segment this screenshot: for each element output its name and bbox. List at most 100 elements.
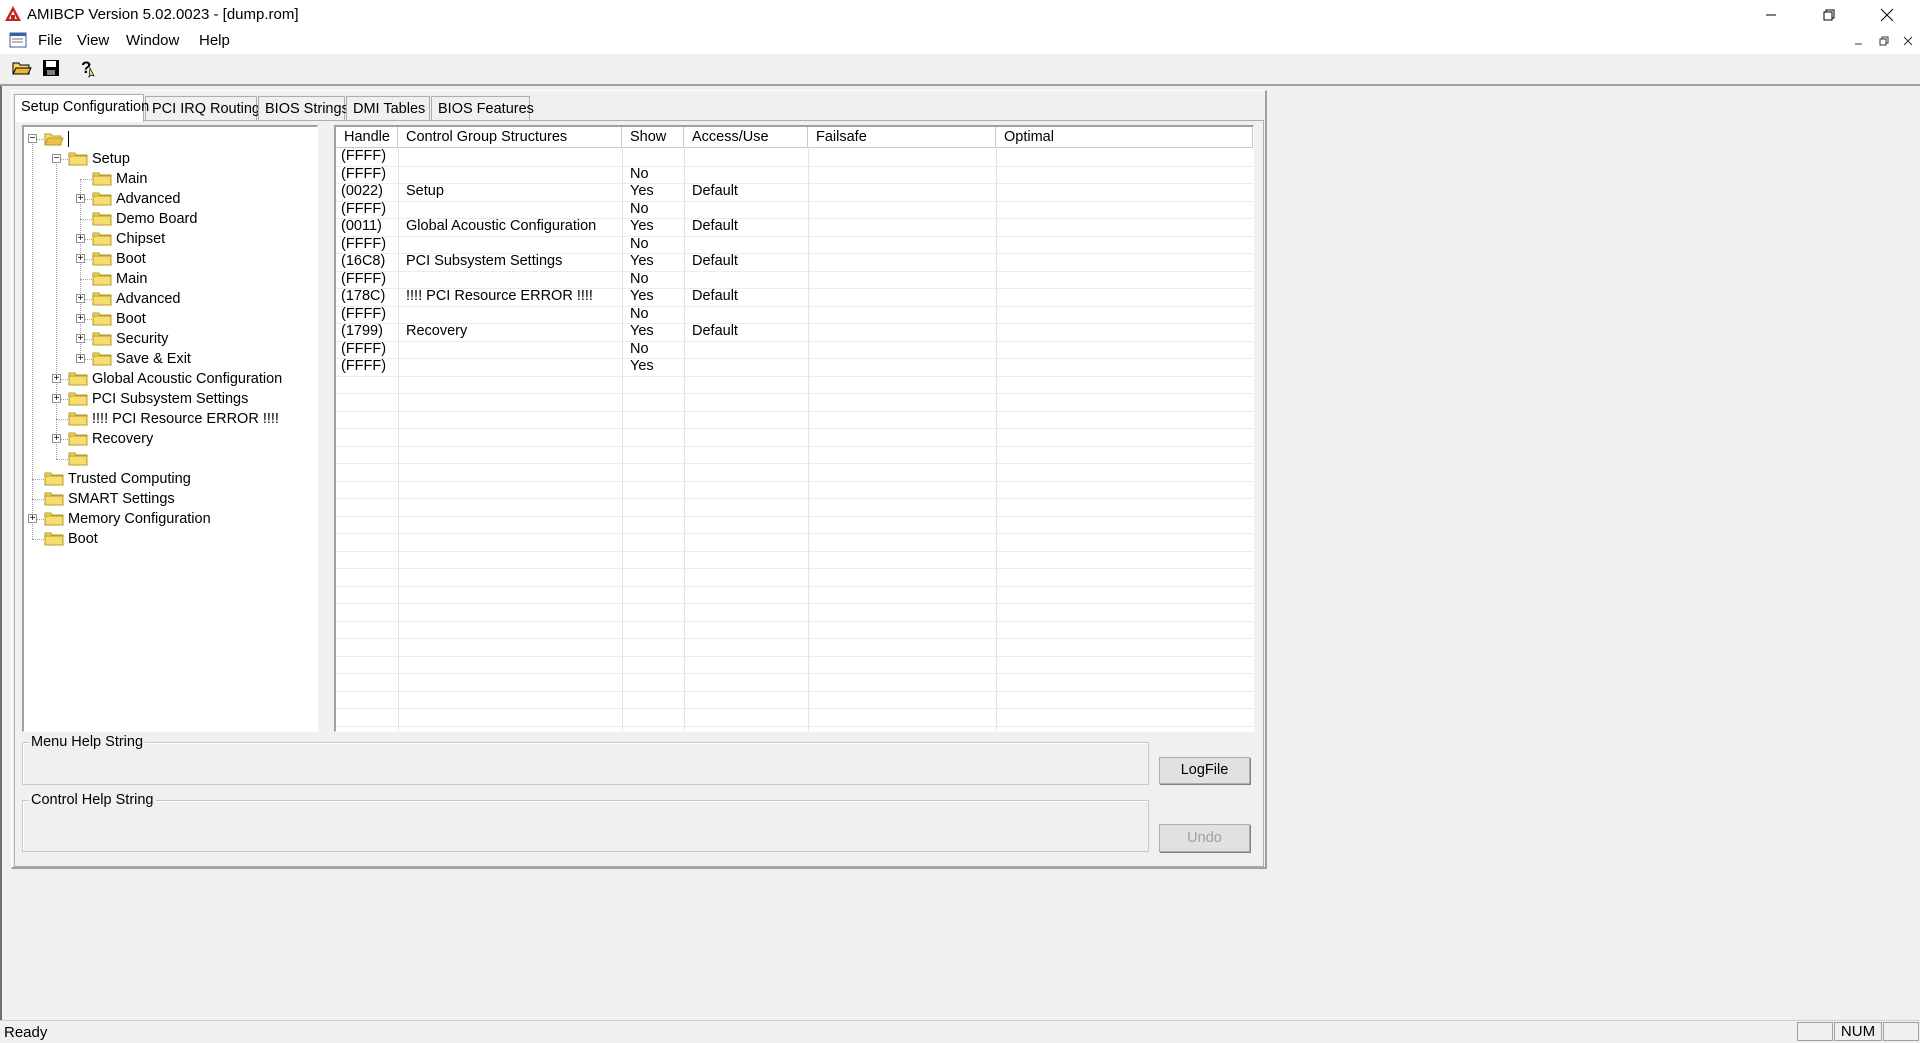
child-restore-button[interactable] (1875, 34, 1893, 50)
grid-column-header[interactable]: Optimal (996, 127, 1253, 147)
expand-icon[interactable]: + (76, 194, 85, 204)
grid-cell[interactable]: Yes (630, 253, 654, 270)
control-group-grid[interactable]: Handle Control Group Structures Show Access… (334, 125, 1254, 732)
setup-tree-view[interactable]: − − Setup Main + Advanced Demo Board + Chipset + B… (22, 125, 318, 732)
grid-cell[interactable]: (16C8) (341, 253, 385, 270)
grid-cell[interactable]: Default (692, 288, 738, 305)
save-button[interactable] (40, 57, 62, 79)
grid-cell[interactable]: (FFFF) (341, 148, 386, 165)
grid-cell[interactable]: (1799) (341, 323, 383, 340)
grid-cell[interactable]: Yes (630, 288, 654, 305)
tree-item[interactable]: + Save & Exit (24, 349, 314, 369)
grid-cell[interactable]: !!!! PCI Resource ERROR !!!! (406, 288, 593, 305)
tree-item[interactable]: Main (24, 169, 314, 189)
grid-cell[interactable]: No (630, 306, 649, 323)
tree-item[interactable]: Trusted Computing (24, 469, 314, 489)
document-window-icon[interactable] (9, 31, 29, 49)
grid-cell[interactable]: (FFFF) (341, 166, 386, 183)
expand-icon[interactable]: + (76, 314, 85, 324)
grid-cell[interactable]: (FFFF) (341, 236, 386, 253)
help-button[interactable]: ? (76, 57, 98, 79)
tree-item[interactable]: + Chipset (24, 229, 314, 249)
grid-cell[interactable]: Default (692, 323, 738, 340)
grid-column-header[interactable]: Access/Use (684, 127, 808, 147)
expand-icon[interactable]: + (76, 234, 85, 244)
expand-icon[interactable]: + (52, 394, 61, 404)
child-minimize-button[interactable] (1850, 34, 1868, 50)
tree-item[interactable]: !!!! PCI Resource ERROR !!!! (24, 409, 314, 429)
grid-column-header[interactable]: Failsafe (808, 127, 996, 147)
tree-item[interactable]: + Recovery (24, 429, 314, 449)
menu-view[interactable]: View (77, 32, 109, 49)
expand-icon[interactable]: + (76, 294, 85, 304)
tree-item[interactable]: + Global Acoustic Configuration (24, 369, 314, 389)
tree-item[interactable]: SMART Settings (24, 489, 314, 509)
grid-cell[interactable]: (FFFF) (341, 271, 386, 288)
menu-window[interactable]: Window (126, 32, 179, 49)
tree-item[interactable] (24, 449, 314, 469)
grid-cell[interactable]: Yes (630, 358, 654, 375)
grid-cell[interactable]: (FFFF) (341, 358, 386, 375)
close-button[interactable] (1858, 0, 1916, 30)
grid-cell[interactable]: Default (692, 218, 738, 235)
tree-item[interactable]: + Security (24, 329, 314, 349)
grid-cell[interactable]: Yes (630, 218, 654, 235)
grid-column-header[interactable]: Handle (336, 127, 398, 147)
expand-icon[interactable]: + (52, 434, 61, 444)
tree-item[interactable]: + Advanced (24, 189, 314, 209)
tab-setup-configuration[interactable]: Setup Configuration (14, 94, 149, 122)
expand-icon[interactable]: + (52, 374, 61, 384)
tree-item[interactable]: Boot (24, 529, 314, 549)
grid-cell[interactable]: (FFFF) (341, 341, 386, 358)
grid-cell[interactable]: No (630, 271, 649, 288)
tree-item[interactable]: − Setup (24, 149, 314, 169)
grid-column-header[interactable]: Control Group Structures (398, 127, 622, 147)
tree-item[interactable]: + Boot (24, 309, 314, 329)
logfile-button[interactable]: LogFile (1159, 757, 1250, 784)
grid-cell[interactable]: Yes (630, 323, 654, 340)
collapse-icon[interactable]: − (28, 134, 37, 144)
tree-item[interactable]: + PCI Subsystem Settings (24, 389, 314, 409)
grid-cell[interactable]: PCI Subsystem Settings (406, 253, 562, 270)
tab-bios-strings[interactable]: BIOS Strings (258, 96, 349, 120)
collapse-icon[interactable]: − (52, 154, 61, 164)
grid-cell[interactable]: No (630, 341, 649, 358)
tree-item[interactable]: + Advanced (24, 289, 314, 309)
tree-item[interactable]: + Memory Configuration (24, 509, 314, 529)
grid-cell[interactable]: (0022) (341, 183, 383, 200)
undo-button[interactable]: Undo (1159, 824, 1250, 852)
minimize-button[interactable] (1742, 0, 1800, 30)
tree-item[interactable]: Demo Board (24, 209, 314, 229)
expand-icon[interactable]: + (76, 254, 85, 264)
expand-icon[interactable]: + (76, 354, 85, 364)
menu-help[interactable]: Help (199, 32, 230, 49)
grid-cell[interactable]: Recovery (406, 323, 467, 340)
open-button[interactable] (11, 57, 33, 79)
child-close-button[interactable] (1899, 34, 1917, 50)
grid-cell[interactable]: (FFFF) (341, 201, 386, 218)
grid-cell[interactable]: No (630, 166, 649, 183)
expand-icon[interactable]: + (76, 334, 85, 344)
tab-pci-irq-routing[interactable]: PCI IRQ Routing (145, 96, 260, 120)
tree-item-label: Boot (116, 251, 146, 267)
grid-cell[interactable]: No (630, 236, 649, 253)
grid-cell[interactable]: Default (692, 253, 738, 270)
grid-cell[interactable]: Global Acoustic Configuration (406, 218, 596, 235)
tree-item[interactable]: − (24, 129, 314, 149)
grid-cell[interactable]: Default (692, 183, 738, 200)
grid-cell[interactable]: Setup (406, 183, 444, 200)
grid-cell[interactable]: No (630, 201, 649, 218)
tab-dmi-tables[interactable]: DMI Tables (346, 96, 430, 120)
tree-item[interactable]: Main (24, 269, 314, 289)
grid-header: Handle Control Group Structures Show Access… (336, 127, 1253, 148)
restore-button[interactable] (1800, 0, 1858, 30)
expand-icon[interactable]: + (28, 514, 37, 524)
grid-cell[interactable]: (FFFF) (341, 306, 386, 323)
grid-cell[interactable]: (0011) (341, 218, 382, 235)
grid-cell[interactable]: (178C) (341, 288, 385, 305)
tab-bios-features[interactable]: BIOS Features (431, 96, 534, 120)
tree-item[interactable]: + Boot (24, 249, 314, 269)
grid-column-header[interactable]: Show (622, 127, 684, 147)
menu-file[interactable]: File (38, 32, 62, 49)
grid-cell[interactable]: Yes (630, 183, 654, 200)
